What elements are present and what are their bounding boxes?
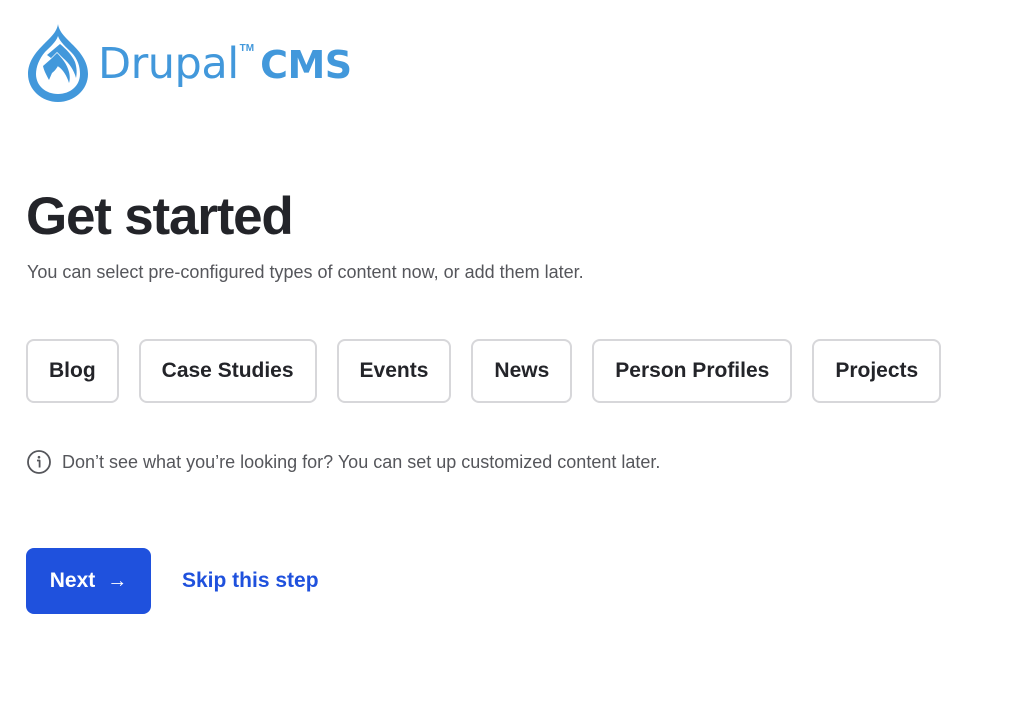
next-button-label: Next (49, 569, 96, 592)
trademark-mark: TM (239, 43, 255, 54)
page-title: Get started (26, 187, 294, 246)
form-actions: Next → Skip this step (26, 548, 319, 614)
option-projects[interactable]: Projects (812, 339, 942, 403)
info-icon (27, 450, 51, 474)
skip-step-link[interactable]: Skip this step (182, 569, 319, 593)
option-news[interactable]: News (471, 339, 573, 403)
arrow-right-icon: → (107, 569, 128, 592)
page-subtitle: You can select pre-configured types of c… (27, 262, 584, 282)
content-type-options: Blog Case Studies Events News Person Pro… (26, 339, 942, 403)
product-name: CMS (260, 43, 352, 87)
option-blog[interactable]: Blog (26, 339, 119, 403)
option-events[interactable]: Events (336, 339, 452, 403)
drupal-drop-icon (28, 24, 88, 102)
drupal-cms-logo: Drupal TM CMS (26, 22, 352, 104)
info-hint: Don’t see what you’re looking for? You c… (26, 449, 660, 475)
next-button[interactable]: Next → (26, 548, 151, 614)
option-case-studies[interactable]: Case Studies (138, 339, 317, 403)
option-person-profiles[interactable]: Person Profiles (592, 339, 793, 403)
hint-text: Don’t see what you’re looking for? You c… (62, 451, 661, 472)
brand-name: Drupal (98, 39, 239, 89)
